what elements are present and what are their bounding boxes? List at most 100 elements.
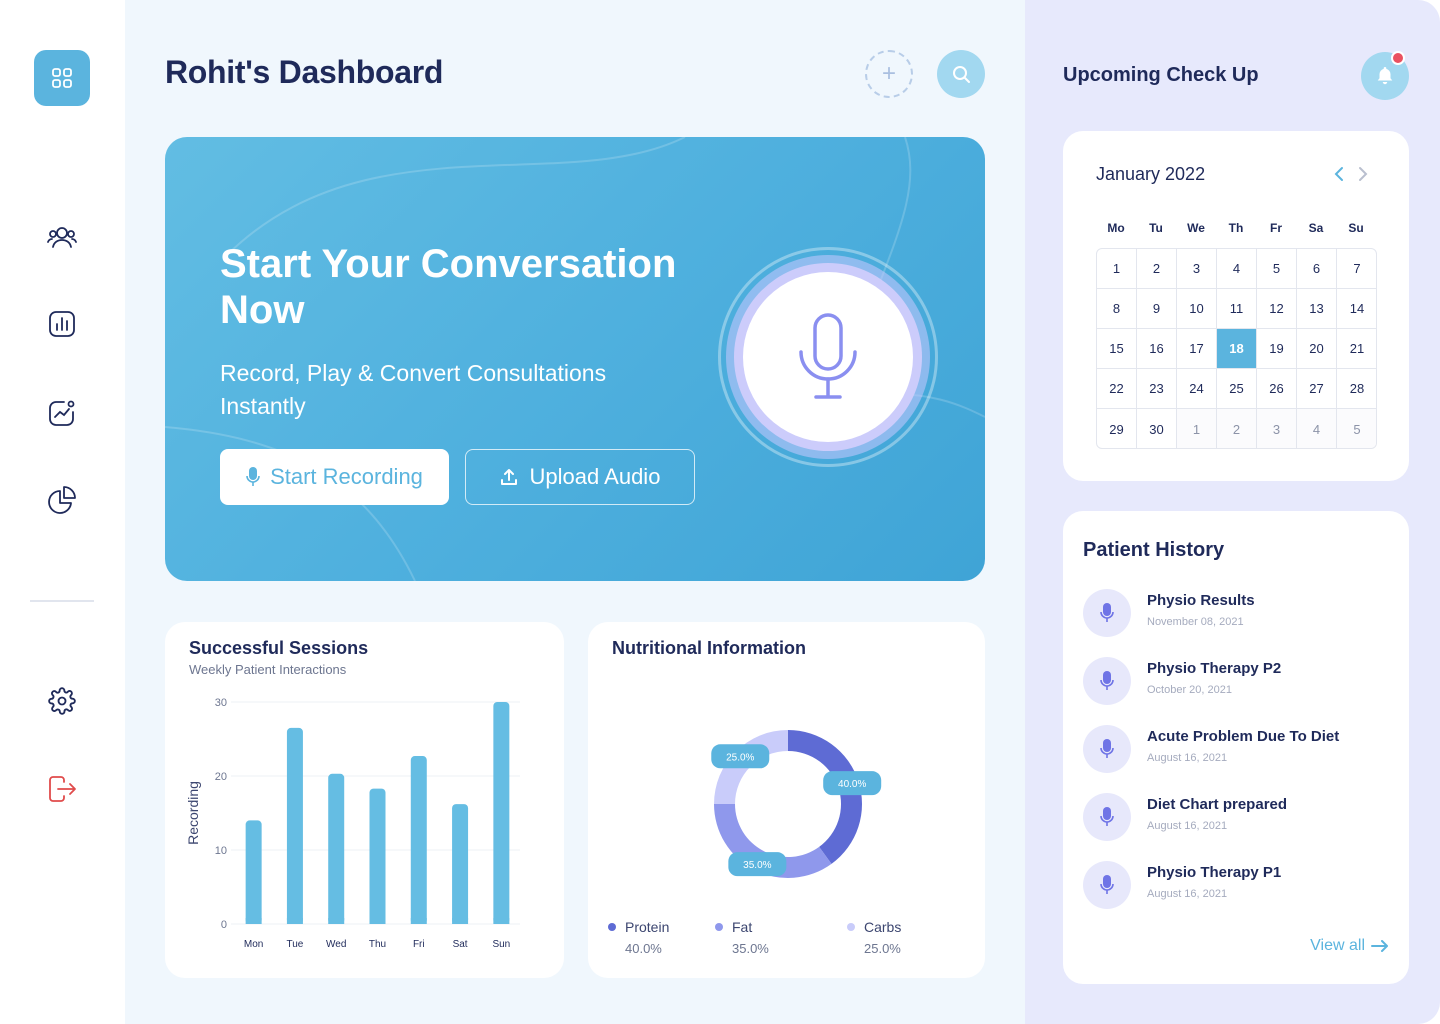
calendar-day[interactable]: 23: [1137, 369, 1177, 409]
history-item[interactable]: Physio Therapy P1 August 16, 2021: [1083, 860, 1393, 910]
calendar-day[interactable]: 17: [1177, 329, 1217, 369]
calendar-day[interactable]: 13: [1297, 289, 1337, 329]
sidebar: [0, 0, 125, 1024]
calendar-day[interactable]: 7: [1337, 249, 1376, 289]
calendar-grid: 1 2 3 4 5 6 7 8 9 10 11 12 13 14 15 16 17 18 19 20 21 22 23 24 2…: [1096, 248, 1377, 449]
calendar-day-next-month[interactable]: 2: [1217, 409, 1257, 448]
calendar-month: January 2022: [1096, 164, 1206, 184]
calendar-day[interactable]: 19: [1257, 329, 1297, 369]
calendar-day[interactable]: 25: [1217, 369, 1257, 409]
calendar-day-next-month[interactable]: 3: [1257, 409, 1297, 448]
calendar-day[interactable]: 15: [1097, 329, 1137, 369]
nutrition-donut-chart: 40.0% 35.0% 25.0%: [711, 730, 882, 878]
calendar-day[interactable]: 3: [1177, 249, 1217, 289]
bar-thu[interactable]: [369, 788, 386, 924]
x-tick-label: Tue: [286, 939, 303, 950]
start-recording-label: Start Recording: [270, 464, 423, 489]
legend-protein-label: Protein: [625, 919, 670, 935]
bar-sun[interactable]: [493, 702, 510, 924]
search-button[interactable]: [937, 50, 985, 98]
x-tick-label: Wed: [326, 939, 346, 950]
calendar-day[interactable]: 5: [1257, 249, 1297, 289]
add-button[interactable]: +: [865, 50, 913, 98]
history-item[interactable]: Diet Chart prepared August 16, 2021: [1083, 792, 1393, 842]
history-item[interactable]: Acute Problem Due To Diet August 16, 2021: [1083, 724, 1393, 774]
calendar-day[interactable]: 30: [1137, 409, 1177, 448]
calendar-day[interactable]: 12: [1257, 289, 1297, 329]
weekday-sa: Sa: [1308, 221, 1324, 235]
history-item-date: August 16, 2021: [1147, 820, 1228, 832]
bar-tue[interactable]: [286, 727, 303, 924]
legend-fat: Fat: [715, 919, 752, 935]
microphone-icon: [246, 467, 260, 486]
weekday-su: Su: [1348, 221, 1364, 235]
calendar-day-next-month[interactable]: 4: [1297, 409, 1337, 448]
bar-fri[interactable]: [410, 756, 427, 924]
calendar-day-next-month[interactable]: 5: [1337, 409, 1376, 448]
history-microphone-badge: [1083, 793, 1131, 841]
calendar-day[interactable]: 14: [1337, 289, 1376, 329]
dashboard-icon: [52, 68, 72, 88]
slice-protein[interactable]: [788, 730, 862, 864]
right-panel: Upcoming Check Up January 2022 Mo Tu We Th F…: [1025, 0, 1440, 1024]
weekday-we: We: [1187, 221, 1205, 235]
history-item[interactable]: Physio Results November 08, 2021: [1083, 588, 1393, 638]
calendar-day[interactable]: 8: [1097, 289, 1137, 329]
pie-chart-nav-button[interactable]: [44, 482, 80, 518]
bar-wed[interactable]: [328, 773, 345, 924]
x-tick-label: Sat: [453, 939, 468, 950]
calendar-day[interactable]: 29: [1097, 409, 1137, 448]
large-microphone-icon: [799, 313, 857, 399]
history-item[interactable]: Physio Therapy P2 October 20, 2021: [1083, 656, 1393, 706]
calendar-day[interactable]: 10: [1177, 289, 1217, 329]
calendar-day[interactable]: 16: [1137, 329, 1177, 369]
settings-nav-button[interactable]: [44, 683, 80, 719]
calendar-day[interactable]: 26: [1257, 369, 1297, 409]
calendar-prev-button[interactable]: [1333, 165, 1345, 188]
calendar-day[interactable]: 28: [1337, 369, 1376, 409]
legend-fat-dot: [715, 923, 723, 932]
dashboard-nav-button[interactable]: [34, 50, 90, 106]
upcoming-checkup-title: Upcoming Check Up: [1063, 64, 1259, 86]
bar-sat[interactable]: [452, 804, 469, 924]
calendar-day[interactable]: 20: [1297, 329, 1337, 369]
record-microphone-button[interactable]: [743, 272, 913, 442]
history-item-title: Diet Chart prepared: [1147, 796, 1288, 813]
calendar-next-button[interactable]: [1357, 165, 1369, 188]
logout-nav-button[interactable]: [44, 771, 80, 807]
start-recording-button[interactable]: Start Recording: [220, 449, 449, 505]
calendar-day[interactable]: 4: [1217, 249, 1257, 289]
x-tick-label: Sun: [492, 939, 510, 950]
calendar-day[interactable]: 1: [1097, 249, 1137, 289]
legend-carbs-dot: [847, 923, 855, 932]
weekday-mo: Mo: [1107, 221, 1125, 235]
y-tick-label: 0: [221, 919, 227, 931]
calendar-day[interactable]: 27: [1297, 369, 1337, 409]
calendar-day[interactable]: 9: [1137, 289, 1177, 329]
sessions-bar-chart: 0 10 20 30 Recording Mon Tue Wed Thu Fri Sat Sun: [185, 697, 520, 950]
slice-label: 35.0%: [743, 860, 771, 871]
calendar-day[interactable]: 21: [1337, 329, 1376, 369]
history-item-date: November 08, 2021: [1147, 616, 1244, 628]
weekday-tu: Tu: [1149, 221, 1163, 235]
history-microphone-badge: [1083, 725, 1131, 773]
upload-audio-button[interactable]: Upload Audio: [465, 449, 695, 505]
y-tick-label: 20: [215, 771, 227, 783]
notification-badge: [1391, 51, 1405, 65]
view-all-link[interactable]: View all: [1310, 937, 1389, 955]
patients-icon: [47, 227, 77, 248]
calendar-day[interactable]: 6: [1297, 249, 1337, 289]
calendar-day[interactable]: 2: [1137, 249, 1177, 289]
patients-nav-button[interactable]: [44, 219, 80, 255]
bar-mon[interactable]: [245, 820, 262, 924]
calendar-day[interactable]: 24: [1177, 369, 1217, 409]
calendar-day[interactable]: 22: [1097, 369, 1137, 409]
analytics-nav-button[interactable]: [44, 395, 80, 431]
legend-protein-dot: [608, 923, 616, 932]
calendar-day[interactable]: 11: [1217, 289, 1257, 329]
calendar-day-next-month[interactable]: 1: [1177, 409, 1217, 448]
history-microphone-badge: [1083, 657, 1131, 705]
plus-icon: +: [881, 60, 896, 87]
reports-nav-button[interactable]: [44, 306, 80, 342]
calendar-day[interactable]: 18: [1217, 329, 1257, 369]
